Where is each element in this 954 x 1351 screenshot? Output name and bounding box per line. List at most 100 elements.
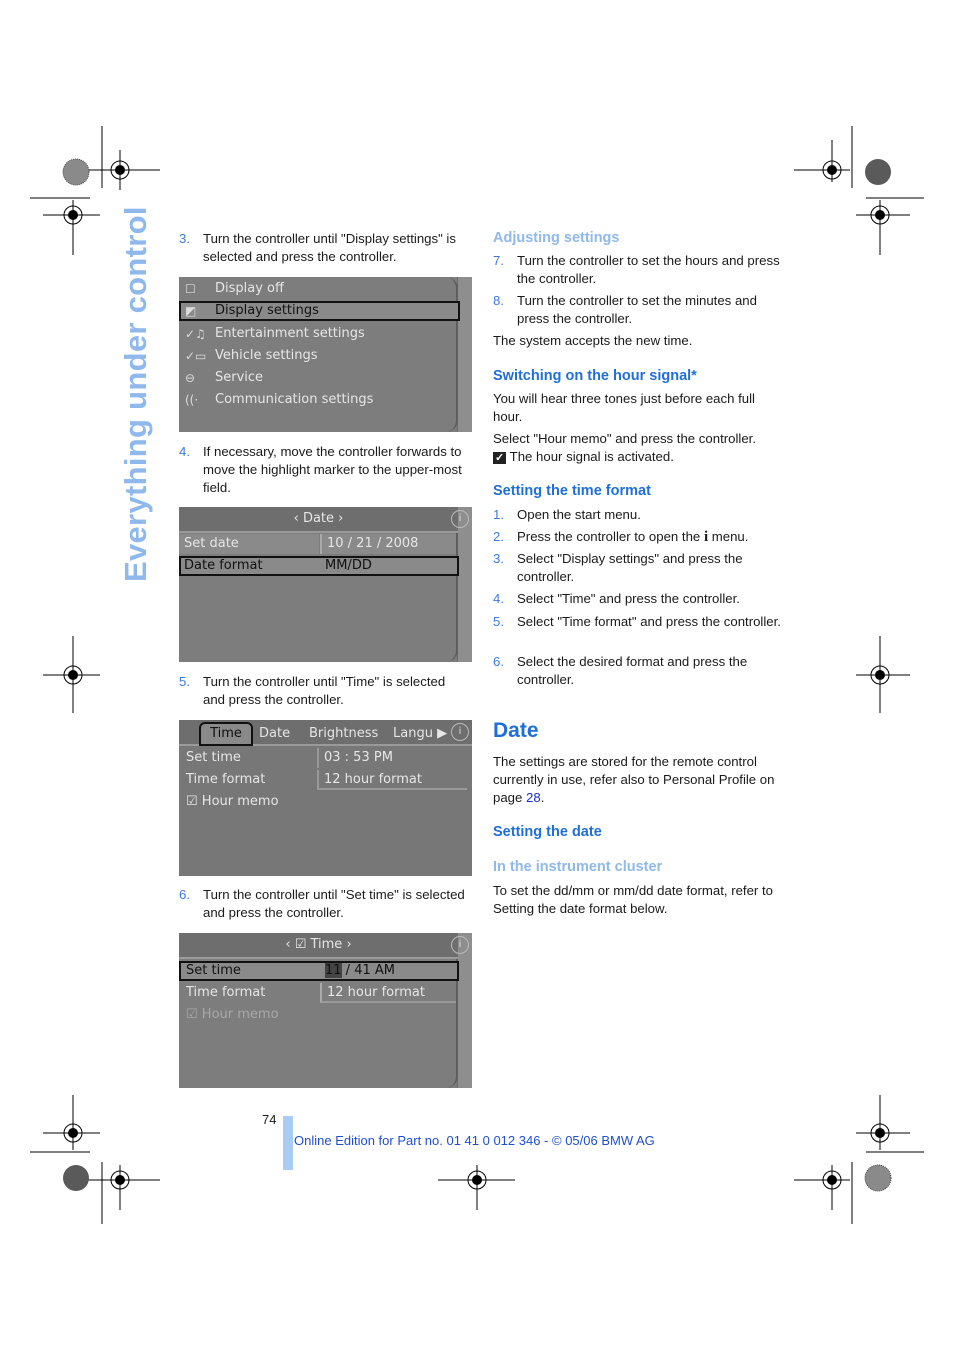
paragraph-text: The hour signal is activated. [509, 449, 674, 464]
hour-memo-checkbox[interactable]: ☑ Hour memo [181, 1005, 381, 1025]
step-text: If necessary, move the controller forwar… [203, 444, 462, 495]
info-icon: i [451, 723, 469, 741]
tab-time[interactable]: Time [199, 722, 253, 746]
screen-date: ‹ Date › i Set date 10 / 21 / 2008 Date … [179, 507, 472, 662]
paragraph: ✓ The hour signal is activated. [493, 448, 788, 467]
menu-item-display-off[interactable]: ☐ Display off [185, 279, 284, 299]
step-text: Select "Time format" and press the contr… [517, 614, 781, 629]
paragraph: The system accepts the new time. [493, 333, 693, 348]
checkbox-checked-icon: ☑ [186, 1007, 202, 1022]
tab-brightness[interactable]: Brightness [309, 724, 378, 744]
step-number: 3. [179, 231, 190, 246]
heading-date: Date [493, 719, 539, 742]
menu-item-service[interactable]: ⊖ Service [185, 368, 263, 388]
menu-item-display-settings[interactable]: ◩ Display settings [185, 301, 319, 321]
step-number: 4. [493, 591, 504, 606]
step-item: 4. If necessary, move the controller for… [179, 443, 469, 497]
step-item: 8. Turn the controller to set the minute… [493, 292, 788, 328]
screen-edge [457, 933, 472, 1088]
step-number: 5. [179, 674, 190, 689]
step-text: Select the desired format and press the … [517, 654, 748, 687]
crop-marks [30, 126, 924, 1224]
step-number: 8. [493, 293, 504, 308]
menu-item-label: Display off [215, 281, 284, 296]
step-item: 4. Select "Time" and press the controlle… [493, 590, 788, 608]
row-label[interactable]: Set date [179, 534, 319, 554]
paragraph: The settings are stored for the remote c… [493, 754, 775, 805]
service-icon: ⊖ [185, 371, 196, 385]
display-off-icon: ☐ [185, 282, 196, 296]
row-label[interactable]: Time format [181, 983, 319, 1003]
step-number: 2. [493, 529, 504, 544]
page-link[interactable]: 28 [526, 790, 541, 805]
edition-note: Online Edition for Part no. 01 41 0 012 … [294, 1133, 655, 1148]
vehicle-settings-icon: ✓▭ [185, 349, 207, 363]
info-icon: i [451, 510, 469, 528]
step-number: 7. [493, 253, 504, 268]
communication-icon: ((· [185, 393, 199, 407]
step-text: Turn the controller to set the hours and… [517, 253, 780, 286]
tab-language[interactable]: Langu ▶ [393, 724, 447, 744]
hour-memo-checkbox[interactable]: ☑ Hour memo [181, 792, 381, 812]
paragraph: To set the dd/mm or mm/dd date format, r… [493, 883, 773, 916]
menu-item-entertainment-settings[interactable]: ✓♫ Entertainment settings [185, 324, 365, 344]
row-value: 10 / 21 / 2008 [320, 534, 456, 554]
row-value: 11 / 41 AM [320, 961, 456, 981]
screen-edge [457, 507, 472, 662]
step-item: 3. Select "Display settings" and press t… [493, 550, 788, 586]
step-text: Open the start menu. [517, 507, 641, 522]
entertainment-settings-icon: ✓♫ [185, 327, 206, 341]
step-number: 1. [493, 507, 504, 522]
checkbox-label: Hour memo [201, 1007, 279, 1022]
step-item: 6. Select the desired format and press t… [493, 653, 788, 689]
step-text: Turn the controller until "Time" is sele… [203, 674, 446, 707]
time-settings-icon: ☑ [294, 937, 307, 952]
chapter-title: Everything under control [118, 206, 153, 582]
minutes-field: / 41 AM [341, 963, 395, 978]
screen-header: ‹ Date › [179, 507, 458, 533]
step-item: 5. Turn the controller until "Time" is s… [179, 673, 469, 709]
menu-item-label: Service [215, 370, 264, 385]
step-text: Select "Time" and press the controller. [517, 591, 740, 606]
checkbox-checked-icon: ☑ [186, 794, 202, 809]
screen-time: ‹ ☑ Time › i Set time 11 / 41 AM Time fo… [179, 933, 472, 1088]
step-number: 6. [493, 654, 504, 669]
footer-accent-bar [283, 1116, 293, 1170]
display-settings-icon: ◩ [185, 304, 197, 318]
menu-item-label: Display settings [215, 303, 319, 318]
menu-item-label: Entertainment settings [215, 326, 365, 341]
heading-setting-the-date: Setting the date [493, 824, 602, 840]
step-text: Turn the controller until "Set time" is … [203, 887, 465, 920]
paragraph: Select "Hour memo" and press the control… [493, 431, 756, 446]
row-label[interactable]: Set time [181, 961, 319, 981]
row-value: MM/DD [325, 558, 372, 573]
step-text: Select "Display settings" and press the … [517, 551, 743, 584]
row-label[interactable]: Date format [179, 556, 319, 576]
heading-instrument-cluster: In the instrument cluster [493, 859, 663, 875]
step-item: 5. Select "Time format" and press the co… [493, 613, 788, 631]
screen-main-menu: ☐ Display off ◩ Display settings ✓♫ Enterta… [179, 277, 472, 432]
row-value: 12 hour format [317, 770, 467, 790]
row-value: 12 hour format [320, 983, 456, 1003]
menu-item-label: Communication settings [215, 392, 374, 407]
row-value: 03 : 53 PM [317, 748, 467, 768]
checkbox-label: Hour memo [201, 794, 279, 809]
tab-date[interactable]: Date [259, 724, 290, 744]
menu-item-communication-settings[interactable]: ((· Communication settings [185, 390, 373, 410]
step-number: 4. [179, 444, 190, 459]
heading-adjusting-settings: Adjusting settings [493, 230, 620, 246]
info-icon: i [451, 936, 469, 954]
hour-field-highlight[interactable]: 11 [325, 963, 342, 978]
step-text: Turn the controller until "Display setti… [203, 231, 456, 264]
row-label[interactable]: Time format [181, 770, 316, 790]
menu-item-label: Vehicle settings [215, 348, 318, 363]
step-item: 3. Turn the controller until "Display se… [179, 230, 469, 266]
step-number: 3. [493, 551, 504, 566]
menu-item-vehicle-settings[interactable]: ✓▭ Vehicle settings [185, 346, 317, 366]
step-text: Turn the controller to set the minutes a… [517, 293, 757, 326]
step-item: 7. Turn the controller to set the hours … [493, 252, 788, 288]
row-label[interactable]: Set time [181, 748, 316, 768]
heading-hour-signal: Switching on the hour signal* [493, 368, 697, 384]
step-item: 2. Press the controller to open the i me… [493, 528, 788, 546]
step-number: 6. [179, 887, 190, 902]
